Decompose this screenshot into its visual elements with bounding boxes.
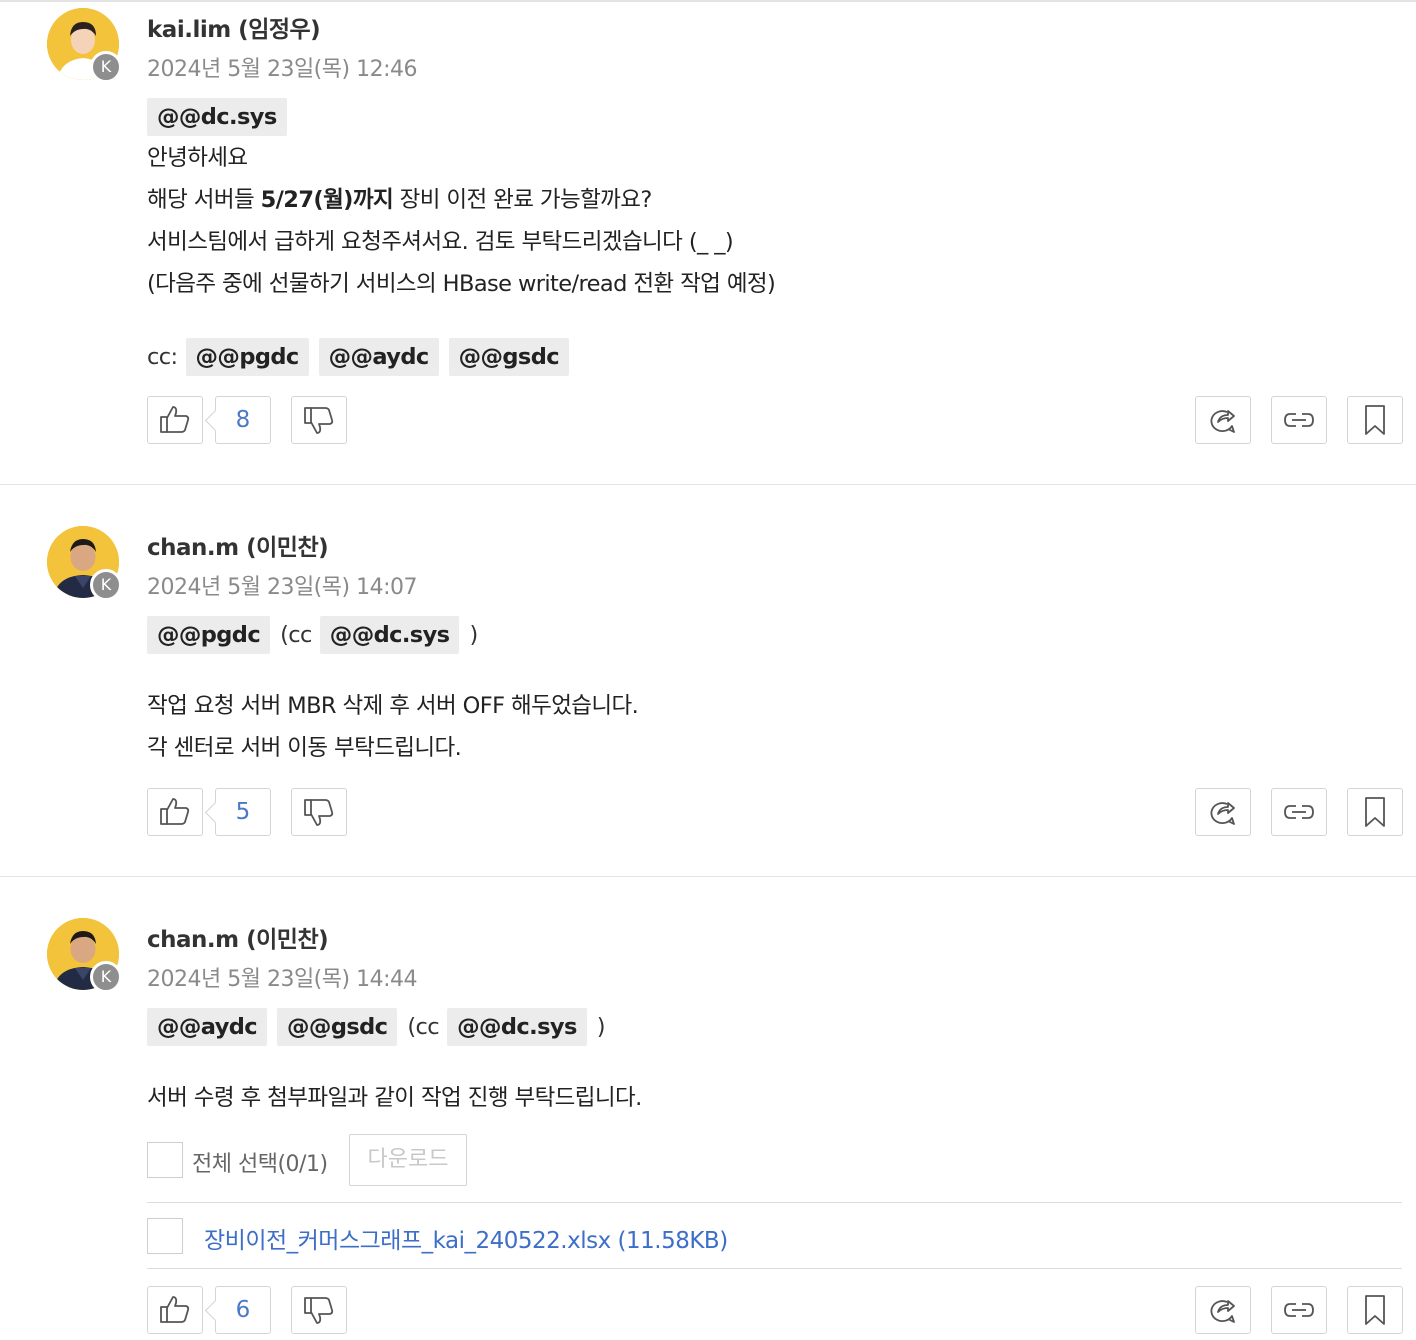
share-button[interactable] — [1195, 788, 1251, 836]
thumbs-down-icon — [304, 407, 334, 434]
share-button[interactable] — [1195, 1286, 1251, 1334]
like-count[interactable]: 5 — [215, 788, 271, 836]
mention-chip[interactable]: @@gsdc — [277, 1008, 398, 1046]
mention-chip[interactable]: @@dc.sys — [147, 98, 287, 136]
select-all-label: 전체 선택(0/1) — [192, 1152, 328, 1177]
mention-row: @@aydc @@gsdc (cc @@dc.sys) — [147, 1008, 611, 1046]
cc-label: cc: — [147, 344, 178, 370]
message-divider — [0, 876, 1416, 877]
bookmark-icon — [1365, 1295, 1385, 1325]
timestamp: 2024년 5월 23일(목) 12:46 — [147, 57, 418, 82]
link-icon — [1284, 805, 1314, 819]
message-text: 각 센터로 서버 이동 부탁드립니다. — [147, 735, 462, 761]
timestamp: 2024년 5월 23일(목) 14:07 — [147, 575, 418, 600]
copy-link-button[interactable] — [1271, 788, 1327, 836]
share-icon — [1210, 410, 1235, 433]
bookmark-button[interactable] — [1347, 1286, 1403, 1334]
author-name[interactable]: kai.lim (임정우) — [147, 10, 321, 44]
text-span: 장비 이전 완료 가능할까요? — [393, 187, 653, 213]
mention-chip[interactable]: @@pgdc — [185, 338, 309, 376]
timestamp: 2024년 5월 23일(목) 14:44 — [147, 967, 418, 992]
like-button[interactable] — [147, 1286, 203, 1334]
mention-chip[interactable]: @@aydc — [147, 1008, 268, 1046]
select-all-checkbox[interactable] — [147, 1142, 183, 1178]
thumbs-up-icon — [160, 406, 190, 433]
share-icon — [1210, 1300, 1235, 1323]
bold-text: 5/27(월)까지 — [260, 187, 394, 213]
message-text: 서버 수령 후 첨부파일과 같이 작업 진행 부탁드립니다. — [147, 1085, 642, 1111]
like-button[interactable] — [147, 396, 203, 444]
attachment-file-link[interactable]: 장비이전_커머스그래프_kai_240522.xlsx (11.58KB) — [204, 1221, 728, 1255]
link-icon — [1284, 1303, 1314, 1317]
thumbs-up-icon — [160, 798, 190, 825]
download-button[interactable]: 다운로드 — [349, 1134, 467, 1186]
link-icon — [1284, 413, 1314, 427]
mention-row: @@pgdc (cc @@dc.sys) — [147, 616, 484, 654]
message-text: 해당 서버들 5/27(월)까지 장비 이전 완료 가능할까요? — [147, 184, 652, 216]
copy-link-button[interactable] — [1271, 396, 1327, 444]
user-badge: K — [90, 51, 122, 83]
bookmark-icon — [1365, 797, 1385, 827]
bookmark-icon — [1365, 405, 1385, 435]
copy-link-button[interactable] — [1271, 1286, 1327, 1334]
mention-chip[interactable]: @@pgdc — [147, 616, 271, 654]
text-span: 해당 서버들 — [147, 187, 261, 213]
share-icon — [1210, 802, 1235, 825]
message-text: 안녕하세요 — [147, 145, 248, 171]
bookmark-button[interactable] — [1347, 396, 1403, 444]
mention-chip[interactable]: @@aydc — [318, 338, 439, 376]
top-border — [0, 0, 1416, 2]
bookmark-button[interactable] — [1347, 788, 1403, 836]
message-text: 서비스팀에서 급하게 요청주셔서요. 검토 부탁드리겠습니다 (_ _) — [147, 229, 734, 255]
file-checkbox[interactable] — [147, 1218, 183, 1254]
author-name[interactable]: chan.m (이민찬) — [147, 528, 329, 562]
mention-chip[interactable]: @@dc.sys — [319, 616, 460, 654]
user-badge: K — [90, 569, 122, 601]
dislike-button[interactable] — [291, 1286, 347, 1334]
cc-close: ) — [596, 1014, 606, 1040]
thumbs-up-icon — [160, 1296, 190, 1323]
message-text: 작업 요청 서버 MBR 삭제 후 서버 OFF 해두었습니다. — [147, 693, 639, 719]
mention-chip[interactable]: @@dc.sys — [447, 1008, 587, 1046]
like-button[interactable] — [147, 788, 203, 836]
like-count[interactable]: 6 — [215, 1286, 271, 1334]
cc-open: (cc — [280, 622, 312, 648]
thumbs-down-icon — [304, 1297, 334, 1324]
cc-close: ) — [469, 622, 478, 648]
thumbs-down-icon — [304, 799, 334, 826]
cc-open: (cc — [407, 1014, 440, 1040]
author-name[interactable]: chan.m (이민찬) — [147, 920, 329, 954]
user-badge: K — [90, 961, 122, 993]
share-button[interactable] — [1195, 396, 1251, 444]
message-text: (다음주 중에 선물하기 서비스의 HBase write/read 전환 작업… — [147, 271, 776, 297]
dislike-button[interactable] — [291, 396, 347, 444]
message-divider — [0, 484, 1416, 485]
dislike-button[interactable] — [291, 788, 347, 836]
mention-row: @@dc.sys — [147, 98, 297, 136]
cc-row: cc: @@pgdc @@aydc @@gsdc — [147, 338, 579, 376]
mention-chip[interactable]: @@gsdc — [448, 338, 569, 376]
like-count[interactable]: 8 — [215, 396, 271, 444]
attachment-divider — [147, 1268, 1402, 1269]
attachment-divider — [147, 1202, 1402, 1203]
